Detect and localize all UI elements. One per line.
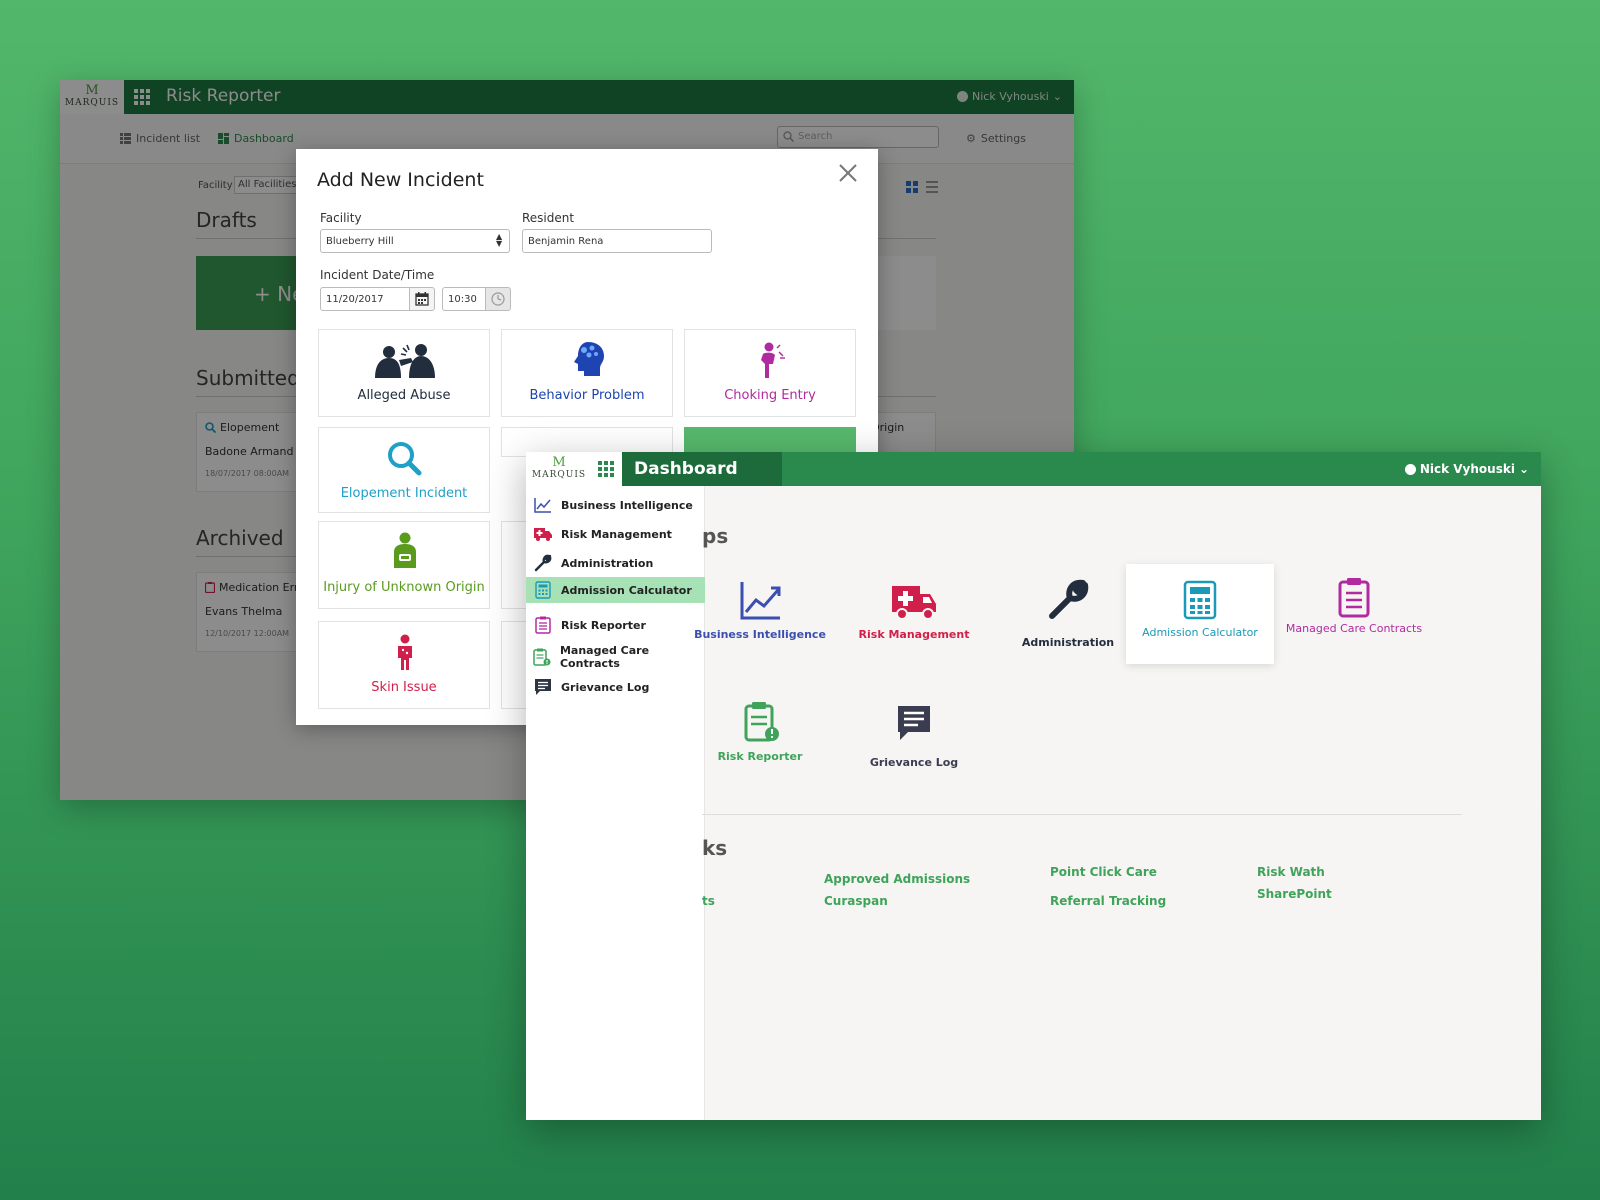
sidebar-item-label: Admission Calculator (561, 583, 692, 597)
link-point-click-care[interactable]: Point Click Care (1050, 865, 1157, 879)
tile-skin-issue[interactable]: Skin Issue (318, 621, 490, 709)
skin-issue-icon (398, 634, 412, 670)
sidebar-item-label: Grievance Log (561, 680, 650, 694)
sidebar-item-admission-calculator[interactable]: Admission Calculator (526, 577, 705, 603)
sidebar-item-label: Risk Management (561, 527, 672, 541)
close-icon[interactable] (836, 161, 860, 185)
wrench-icon (533, 553, 553, 573)
chart-line-icon (533, 495, 553, 515)
resident-input[interactable]: Benjamin Rena (522, 229, 712, 253)
tile-label: Alleged Abuse (357, 388, 451, 403)
time-input[interactable]: 10:30 (442, 287, 486, 311)
modal-title: Add New Incident (317, 169, 484, 191)
logo-mark-icon: M (552, 455, 566, 470)
sidebar-item-managed-care-contracts[interactable]: Managed Care Contracts (526, 644, 705, 670)
app-label: Risk Reporter (717, 750, 803, 763)
sidebar-item-risk-reporter[interactable]: Risk Reporter (526, 612, 705, 638)
section-divider (702, 814, 1462, 815)
app-sidebar: Business Intelligence Risk Management Ad… (526, 486, 705, 1120)
clipboard-alert-icon (533, 647, 552, 667)
behavior-head-icon (574, 342, 604, 376)
ambulance-icon (892, 586, 936, 620)
alleged-abuse-icon (375, 344, 435, 378)
dashboard-window: M MARQUIS Dashboard Nick Vyhouski ⌄ Busi… (526, 452, 1541, 1120)
calculator-icon (1183, 580, 1217, 620)
link-approved-admissions[interactable]: Approved Admissions (824, 872, 970, 886)
select-arrows-icon: ▲ ▼ (496, 232, 503, 248)
message-icon (898, 706, 930, 740)
calendar-icon (415, 292, 429, 306)
clock-icon (491, 292, 505, 306)
tile-choking-entry[interactable]: Choking Entry (684, 329, 856, 417)
message-icon (533, 677, 553, 697)
app-label: Managed Care Contracts (1285, 622, 1423, 635)
app-admission-calculator[interactable]: Admission Calculator (1126, 564, 1274, 664)
tile-behavior-problem[interactable]: Behavior Problem (501, 329, 673, 417)
link-referral-tracking[interactable]: Referral Tracking (1050, 894, 1166, 908)
sidebar-item-administration[interactable]: Administration (526, 550, 705, 576)
facility-label: Facility (320, 211, 362, 225)
user-name: Nick Vyhouski (1419, 462, 1515, 476)
quick-link[interactable]: ts (702, 894, 715, 908)
sidebar-item-business-intelligence[interactable]: Business Intelligence (526, 492, 705, 518)
link-sharepoint[interactable]: SharePoint (1257, 887, 1332, 901)
link-risk-wath[interactable]: Risk Wath (1257, 865, 1325, 879)
calculator-icon (533, 580, 553, 600)
search-icon (388, 442, 422, 476)
sidebar-item-label: Risk Reporter (561, 618, 646, 632)
facility-select[interactable]: Blueberry Hill (320, 229, 510, 253)
app-grievance-log[interactable]: Grievance Log (840, 686, 988, 786)
chevron-down-icon: ⌄ (1518, 462, 1529, 476)
user-avatar-icon (1404, 463, 1416, 475)
logo-text: MARQUIS (531, 470, 587, 480)
app-risk-management[interactable]: Risk Management (840, 564, 988, 664)
app-administration[interactable]: Administration (994, 564, 1142, 664)
resident-label: Resident (522, 211, 575, 225)
wrench-icon (1049, 579, 1089, 619)
sidebar-item-label: Administration (561, 556, 654, 570)
apps-heading: ps (702, 524, 729, 548)
sidebar-item-label: Managed Care Contracts (559, 644, 650, 670)
clipboard-icon (533, 615, 553, 635)
app-label: Administration (1021, 636, 1115, 649)
app-label: Risk Management (858, 628, 970, 641)
marquis-logo[interactable]: M MARQUIS (526, 452, 592, 486)
sidebar-item-risk-management[interactable]: Risk Management (526, 521, 705, 547)
date-input[interactable]: 11/20/2017 (320, 287, 410, 311)
tile-label: Elopement Incident (340, 486, 468, 501)
clipboard-icon (1338, 578, 1370, 618)
clipboard-alert-icon (744, 702, 779, 742)
ambulance-icon (533, 524, 553, 544)
link-curaspan[interactable]: Curaspan (824, 894, 888, 908)
tile-label: Injury of Unknown Origin (323, 580, 485, 595)
page-title: Dashboard (634, 459, 738, 479)
chart-line-icon (740, 582, 781, 620)
injury-icon (394, 532, 416, 568)
tile-label: Choking Entry (724, 388, 816, 403)
app-label: Admission Calculator (1142, 626, 1258, 639)
choking-icon (761, 342, 785, 378)
sidebar-item-grievance-log[interactable]: Grievance Log (526, 674, 705, 700)
tile-label: Behavior Problem (529, 388, 645, 403)
app-managed-care-contracts[interactable]: Managed Care Contracts (1280, 562, 1428, 662)
tile-injury-unknown-origin[interactable]: Injury of Unknown Origin (318, 521, 490, 609)
clock-button[interactable] (485, 287, 511, 311)
calendar-button[interactable] (409, 287, 435, 311)
incident-datetime-label: Incident Date/Time (320, 268, 435, 282)
app-risk-reporter[interactable]: Risk Reporter (686, 686, 834, 786)
tile-alleged-abuse[interactable]: Alleged Abuse (318, 329, 490, 417)
user-menu[interactable]: Nick Vyhouski ⌄ (1404, 462, 1529, 476)
tile-label: Skin Issue (371, 680, 437, 695)
tile-elopement-incident[interactable]: Elopement Incident (318, 427, 490, 513)
app-label: Business Intelligence (694, 628, 826, 641)
app-business-intelligence[interactable]: Business Intelligence (686, 564, 834, 664)
links-heading: ks (702, 836, 728, 860)
sidebar-item-label: Business Intelligence (561, 498, 693, 512)
app-grid-icon[interactable] (598, 461, 614, 477)
app-label: Grievance Log (869, 756, 959, 769)
